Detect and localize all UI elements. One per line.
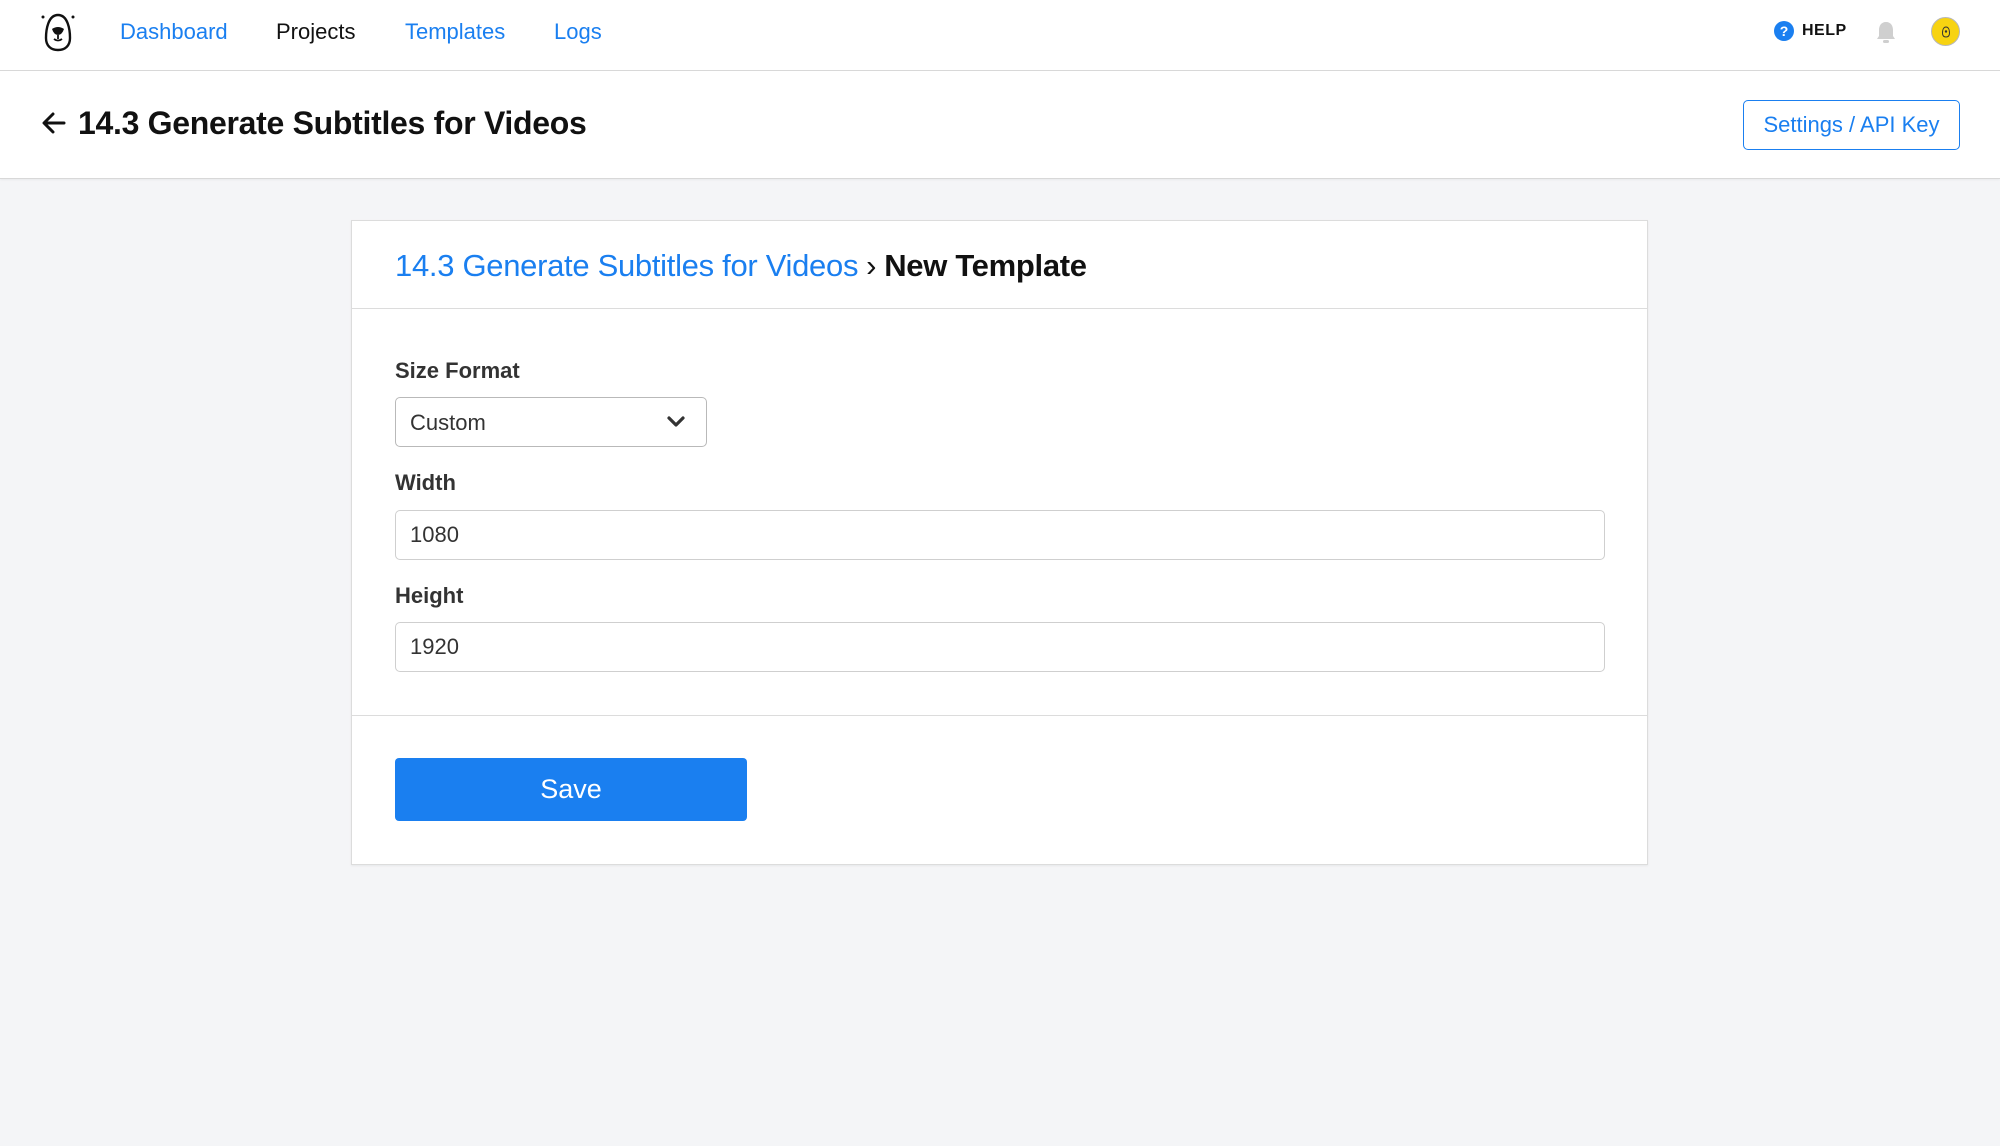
notification-bell-icon[interactable] <box>1875 20 1897 44</box>
width-input[interactable] <box>395 510 1605 560</box>
size-format-label: Size Format <box>395 358 520 383</box>
breadcrumb-project-link[interactable]: 14.3 Generate Subtitles for Videos <box>395 248 858 283</box>
size-format-select[interactable]: Custom <box>395 397 707 447</box>
user-avatar[interactable] <box>1931 17 1960 46</box>
back-arrow-icon[interactable] <box>40 109 68 137</box>
save-button[interactable]: Save <box>395 758 747 821</box>
avatar-bear-icon <box>1941 25 1950 38</box>
card-header: 14.3 Generate Subtitles for Videos › New T… <box>352 221 1647 309</box>
chevron-down-icon <box>667 416 685 427</box>
size-format-value: Custom <box>410 410 486 435</box>
form-divider <box>352 715 1647 716</box>
settings-api-key-button[interactable]: Settings / API Key <box>1743 100 1960 150</box>
help-icon: ? <box>1774 21 1794 41</box>
nav-logs[interactable]: Logs <box>554 18 602 46</box>
help-button[interactable]: ? HELP <box>1774 21 1847 41</box>
width-label: Width <box>395 470 456 495</box>
height-label: Height <box>395 583 464 608</box>
breadcrumb-current: New Template <box>884 248 1087 283</box>
page-title: 14.3 Generate Subtitles for Videos <box>78 105 587 141</box>
height-input[interactable] <box>395 622 1605 672</box>
nav-projects[interactable]: Projects <box>276 18 355 46</box>
template-form-card: 14.3 Generate Subtitles for Videos › New T… <box>351 220 1648 865</box>
breadcrumb-separator: › <box>866 248 877 283</box>
nav-templates[interactable]: Templates <box>405 18 505 46</box>
page-header: 14.3 Generate Subtitles for Videos Setti… <box>0 71 2000 179</box>
help-label: HELP <box>1802 22 1847 39</box>
bear-logo-icon[interactable] <box>40 12 76 52</box>
nav-dashboard[interactable]: Dashboard <box>120 18 228 46</box>
breadcrumb: 14.3 Generate Subtitles for Videos › New T… <box>395 247 1087 285</box>
top-navbar: Dashboard Projects Templates Logs ? HELP <box>0 0 2000 71</box>
